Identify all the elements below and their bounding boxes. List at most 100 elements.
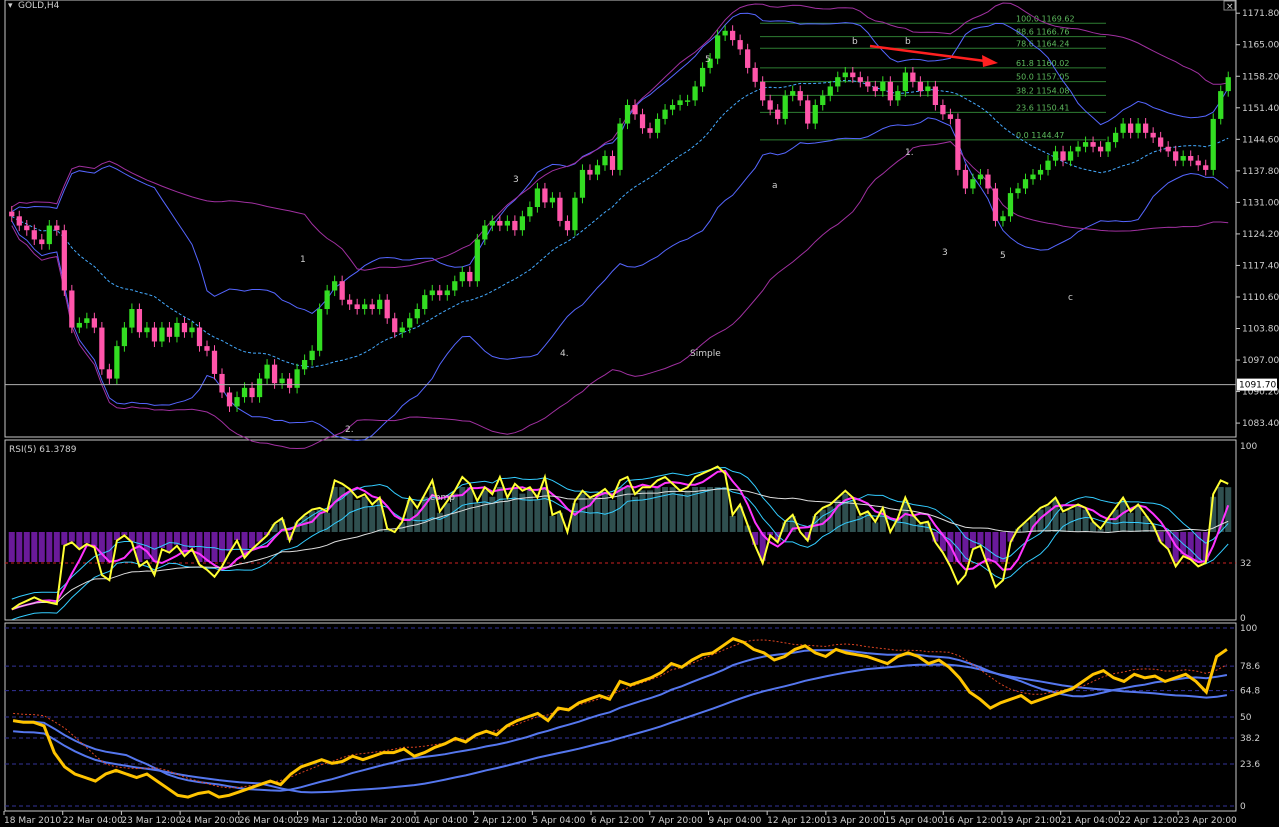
time-tick-label: 18 Mar 2010 [4,816,61,826]
rsi-histogram-bar [68,532,75,542]
rsi-histogram-bar [511,487,518,532]
rsi-axis-label: 0 [1240,614,1246,624]
price-tick-label: 1097.00 [1242,356,1279,366]
wave-5-label: 5 [705,55,711,65]
candle-body [309,350,315,361]
stoch-axis-label: 100 [1240,624,1257,634]
candle-body [842,72,848,78]
candle-body [1188,156,1194,161]
candle-body [827,86,833,96]
rsi-axis-label: 100 [1240,442,1257,452]
rsi-histogram-bar [61,532,68,545]
bollinger-bands [11,2,1229,450]
rsi-histogram-bar [526,490,533,532]
trend-arrow[interactable] [869,44,998,67]
fib-label: 0.0 1144.47 [1016,131,1064,140]
candle-body [692,86,698,101]
rsi-histogram-bar [632,496,639,532]
wave-b-label-2: b [905,37,911,47]
candle-body [932,86,939,106]
rsi-histogram-bar [16,532,23,562]
candle-body [1007,193,1014,217]
rsi-histogram-bar [211,532,218,562]
candle-body [159,327,165,342]
candle-body [564,220,571,231]
candle-body [324,290,330,310]
candle-body [1195,160,1201,166]
rsi-histogram-bar [83,532,90,544]
rsi-histogram-bar [729,516,736,532]
rsi-histogram-bar [249,532,256,548]
candle-body [114,346,120,379]
candle-body [1030,174,1036,180]
time-tick-label: 23 Apr 20:00 [1178,816,1237,826]
rsi-histogram-bar [1187,532,1194,558]
rsi-histogram-bar [609,500,616,532]
price-tick-label: 1124.20 [1242,230,1279,240]
candle-body [572,197,578,231]
candle-body [1045,160,1051,170]
rsi-histogram-bar [8,532,15,562]
candle-body [354,304,360,310]
candle-body [377,299,383,310]
candle-body [9,211,15,217]
wave-1-label: 1 [300,255,306,265]
time-tick-label: 15 Apr 04:00 [885,816,944,826]
candle-body [1143,123,1149,133]
time-tick-label: 6 Apr 12:00 [591,816,644,826]
candle-body [609,156,616,170]
candle-body [1000,216,1006,221]
stoch-signal-line [13,639,1228,789]
candle-body [557,197,563,221]
candle-body [76,322,82,328]
rsi-histogram-bar [481,490,488,532]
rsi-histogram-bar [639,490,646,532]
candle-body [54,225,60,231]
current-price: 1091.70 [5,378,1277,391]
candle-body [504,220,510,226]
rsi-histogram-bar [219,532,226,562]
candle-body [1165,146,1171,152]
candle-body [594,165,601,175]
candle-body [226,392,233,407]
candle-body [369,304,375,310]
price-tick-label: 1165.00 [1242,41,1279,51]
stoch-mid-line [13,648,1228,792]
candle-body [407,318,413,328]
candle-body [39,239,45,245]
candle-body [865,81,871,87]
wave-5c-label: 5 [1000,251,1006,261]
candle-body [737,40,743,50]
candle-body [790,91,796,96]
rsi-histogram-bar [361,496,368,532]
rsi-histogram-bar [977,532,984,545]
candle-body [760,81,766,101]
candle-body [497,220,503,226]
rsi-histogram-bar [707,487,714,532]
rsi-histogram-bar [188,532,195,548]
fibonacci-retracement[interactable]: 100.0 1169.62 88.6 1166.76 78.6 1164.24 61.… [760,14,1106,141]
time-tick-label: 23 Mar 12:00 [121,816,181,826]
rsi-histogram-bar [1135,506,1142,532]
candle-body [204,346,210,351]
rsi-histogram-bar [76,532,83,548]
time-tick-label: 9 Apr 04:00 [708,816,761,826]
candle-body [1150,132,1156,138]
window-menu-icon[interactable]: ▾ [8,1,13,11]
candle-body [1037,169,1044,175]
candle-body [639,114,646,129]
rsi-histogram-bar [984,532,991,562]
candle-body [1120,123,1126,133]
wave-b-label: b [852,37,858,47]
candle-body [579,169,586,198]
rsi-histogram-bar [46,532,53,562]
price-tick-label: 1144.60 [1242,135,1279,145]
price-tick-label: 1117.40 [1242,261,1279,271]
rsi-histogram-bar [699,487,706,532]
candle-body [474,239,480,282]
fib-label: 38.2 1154.08 [1016,86,1069,95]
candle-body [857,77,863,82]
candle-body [46,225,52,245]
candle-body [925,86,931,92]
candle-body [256,378,263,398]
